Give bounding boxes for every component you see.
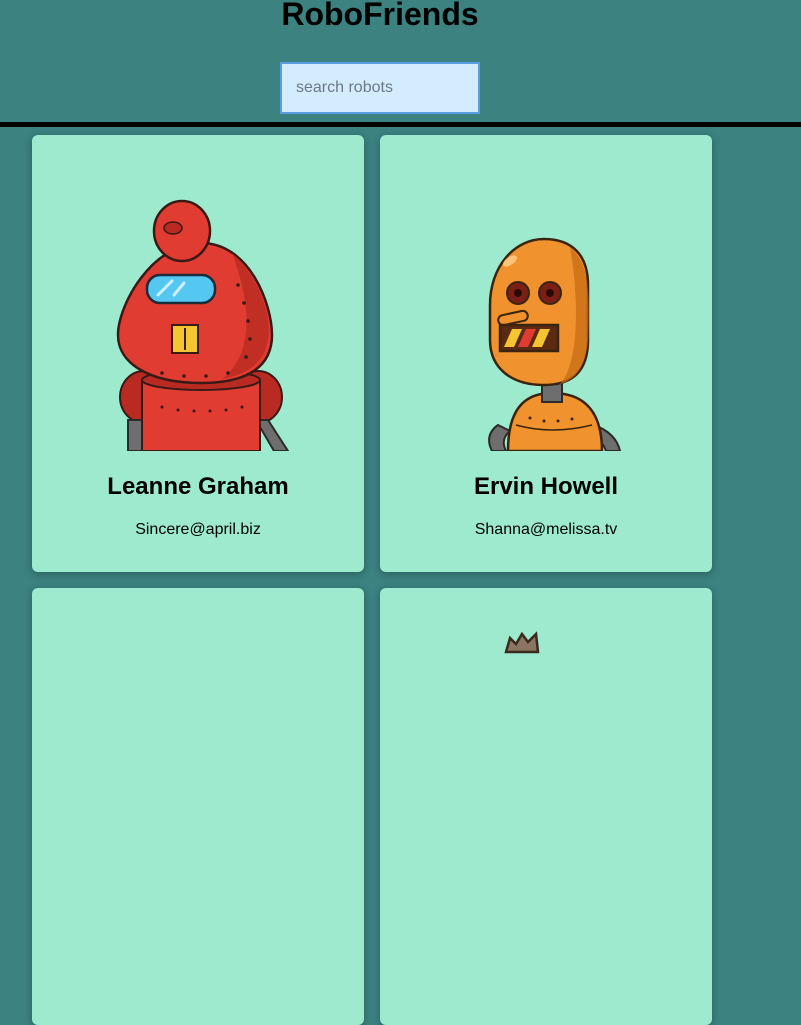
robot-avatar	[504, 631, 540, 654]
orange-robot-avatar	[488, 237, 622, 451]
red-robot-avatar	[116, 199, 290, 451]
search-input[interactable]	[280, 62, 480, 114]
header-divider	[0, 122, 801, 127]
robot-email: Shanna@melissa.tv	[474, 521, 618, 538]
robot-name: Leanne Graham	[107, 473, 289, 500]
header: RoboFriends	[0, 0, 801, 127]
page-title: RoboFriends	[281, 0, 479, 32]
robot-card[interactable]: Ervin Howell Shanna@melissa.tv	[380, 135, 712, 572]
robot-card[interactable]	[380, 588, 712, 1025]
robot-email: Sincere@april.biz	[135, 521, 261, 538]
robot-card[interactable]: Leanne Graham Sincere@april.biz	[32, 135, 364, 572]
robot-card[interactable]	[32, 588, 364, 1025]
robot-name: Ervin Howell	[473, 473, 619, 500]
